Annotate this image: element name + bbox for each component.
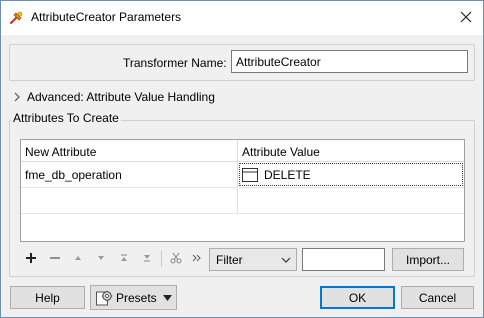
transformer-name-input[interactable] bbox=[231, 50, 468, 73]
cancel-button[interactable]: Cancel bbox=[401, 286, 474, 309]
text-value-icon[interactable] bbox=[242, 168, 258, 182]
move-up-icon bbox=[75, 256, 81, 260]
presets-gear-icon bbox=[96, 290, 113, 305]
toolbar-divider bbox=[161, 251, 162, 267]
move-down-icon bbox=[98, 256, 104, 260]
column-header-new-attribute[interactable]: New Attribute bbox=[25, 145, 96, 159]
move-down-button[interactable] bbox=[90, 246, 112, 270]
attribute-name-cell[interactable]: fme_db_operation bbox=[25, 168, 122, 182]
table-header: New Attribute Attribute Value bbox=[21, 140, 464, 162]
add-row-button[interactable] bbox=[20, 246, 42, 270]
dialog-window: AttributeCreator Parameters Transformer … bbox=[0, 0, 484, 318]
more-icon bbox=[192, 254, 201, 262]
window-title: AttributeCreator Parameters bbox=[31, 10, 182, 24]
ok-button[interactable]: OK bbox=[320, 286, 395, 309]
dialog-body: Transformer Name: Advanced: Attribute Va… bbox=[1, 35, 483, 317]
filter-text-input[interactable] bbox=[302, 248, 385, 271]
help-button[interactable]: Help bbox=[10, 286, 85, 309]
attributes-group-label: Attributes To Create bbox=[11, 111, 121, 125]
attributes-toolbar: Filter Import... bbox=[20, 246, 465, 272]
transformer-name-label: Transformer Name: bbox=[123, 56, 227, 70]
attribute-value-cell[interactable]: DELETE bbox=[239, 163, 463, 186]
chevron-right-icon bbox=[14, 92, 20, 102]
fme-transformer-icon bbox=[9, 11, 23, 25]
advanced-section-label: Advanced: Attribute Value Handling bbox=[27, 90, 215, 104]
transformer-name-group: Transformer Name: bbox=[9, 44, 475, 81]
close-icon bbox=[460, 11, 472, 23]
import-button[interactable]: Import... bbox=[392, 248, 464, 271]
move-top-icon bbox=[121, 254, 127, 261]
add-icon bbox=[26, 253, 36, 263]
move-bottom-icon bbox=[144, 255, 150, 262]
filter-dropdown[interactable]: Filter bbox=[209, 248, 297, 271]
dropdown-arrow-icon bbox=[162, 294, 172, 301]
remove-row-button[interactable] bbox=[44, 246, 66, 270]
table-row-empty[interactable] bbox=[21, 188, 464, 214]
filter-dropdown-value: Filter bbox=[216, 253, 243, 267]
move-top-button[interactable] bbox=[113, 246, 135, 270]
column-header-attribute-value[interactable]: Attribute Value bbox=[242, 145, 320, 159]
presets-label: Presets bbox=[116, 290, 157, 305]
remove-icon bbox=[50, 257, 60, 259]
move-bottom-button[interactable] bbox=[136, 246, 158, 270]
presets-button[interactable]: Presets bbox=[90, 285, 177, 310]
close-button[interactable] bbox=[449, 1, 483, 33]
more-options-button[interactable] bbox=[186, 246, 208, 270]
chevron-down-icon bbox=[281, 257, 291, 263]
attributes-table: New Attribute Attribute Value fme_db_ope… bbox=[20, 139, 465, 242]
title-bar: AttributeCreator Parameters bbox=[1, 1, 483, 35]
cut-icon bbox=[170, 252, 182, 264]
table-row[interactable]: fme_db_operation DELETE bbox=[21, 162, 464, 188]
attribute-value-text: DELETE bbox=[264, 168, 311, 182]
advanced-section-toggle[interactable]: Advanced: Attribute Value Handling bbox=[11, 87, 215, 107]
move-up-button[interactable] bbox=[67, 246, 89, 270]
cut-button[interactable] bbox=[165, 246, 187, 270]
